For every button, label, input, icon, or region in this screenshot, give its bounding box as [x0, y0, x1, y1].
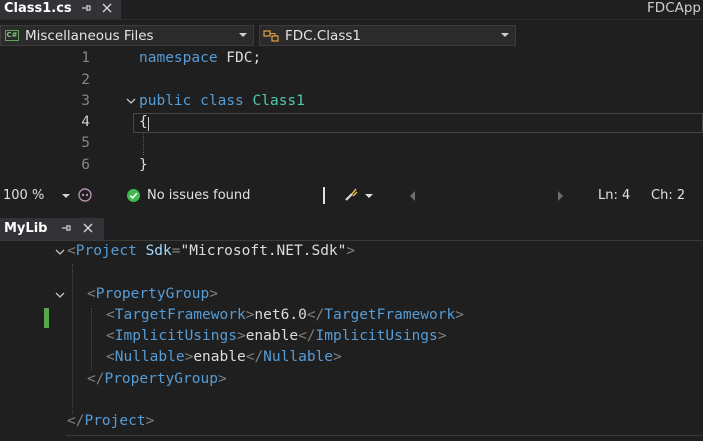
line-number: 2: [81, 72, 90, 88]
xml-tag: PropertyGroup: [95, 286, 210, 302]
xml-tag: TargetFramework: [114, 307, 246, 323]
xml-tag: TargetFramework: [324, 307, 456, 323]
horizontal-scrollbar[interactable]: [420, 187, 550, 204]
tab-title: MyLib: [4, 221, 48, 236]
column-indicator[interactable]: Ch: 2: [651, 188, 685, 203]
pin-icon[interactable]: [80, 2, 92, 17]
zoom-dropdown-icon[interactable]: [62, 194, 70, 198]
tab-title: Class1.cs: [4, 1, 72, 16]
class-icon: [263, 30, 279, 42]
code-line-3: public class Class1: [139, 93, 305, 109]
pin-icon[interactable]: [60, 222, 72, 237]
close-brace: }: [139, 157, 148, 173]
code-text: FDC;: [217, 50, 262, 66]
xml-tag: Project: [75, 243, 137, 259]
line-number: 5: [81, 135, 90, 151]
keyword: public: [139, 93, 192, 109]
scroll-left-icon[interactable]: [410, 191, 415, 201]
member-label: FDC.Class1: [285, 28, 361, 44]
project-dropdown[interactable]: C# Miscellaneous Files: [0, 25, 254, 46]
open-brace: {: [139, 114, 148, 130]
app-title: FDCApp: [647, 0, 701, 16]
separator: [323, 187, 325, 204]
close-icon[interactable]: [82, 222, 94, 237]
cs-file-icon: C#: [5, 30, 19, 41]
xml-line-nullable: <Nullable>enable</Nullable>: [106, 349, 342, 365]
tab-class1[interactable]: Class1.cs: [0, 0, 121, 19]
chevron-down-icon[interactable]: [365, 194, 373, 198]
close-icon[interactable]: [101, 2, 113, 17]
project-label: Miscellaneous Files: [25, 28, 154, 44]
xml-line-propertygroup-close: </PropertyGroup>: [87, 371, 227, 387]
xml-line-propertygroup-open: <PropertyGroup>: [87, 286, 218, 302]
xml-line-project-open: <Project Sdk="Microsoft.NET.Sdk">: [67, 243, 356, 259]
line-number-current: 4: [81, 114, 90, 130]
xml-attr-value: "Microsoft.NET.Sdk": [180, 243, 347, 259]
xml-tag: Nullable: [263, 349, 334, 365]
xml-line-implicitusings: <ImplicitUsings>enable</ImplicitUsings>: [106, 328, 447, 344]
text-caret: [148, 117, 149, 131]
class-name: Class1: [252, 93, 305, 109]
xml-value: net6.0: [254, 307, 307, 323]
indent-guide: [91, 308, 92, 370]
xml-tag: ImplicitUsings: [315, 328, 438, 344]
issues-status[interactable]: No issues found: [147, 188, 250, 203]
xml-value: enable: [245, 328, 299, 344]
chevron-down-icon: [501, 33, 509, 37]
keyword: class: [200, 93, 244, 109]
xml-attr: Sdk: [145, 243, 172, 259]
indent-guide: [72, 264, 73, 414]
zoom-level[interactable]: 100 %: [3, 188, 44, 203]
line-indicator[interactable]: Ln: 4: [598, 188, 630, 203]
line-number: 6: [81, 157, 90, 173]
member-dropdown[interactable]: FDC.Class1: [259, 25, 516, 46]
chevron-down-icon: [239, 33, 247, 37]
copilot-icon[interactable]: [77, 187, 93, 207]
line-number: 1: [81, 50, 90, 66]
xml-line-targetframework: <TargetFramework>net6.0</TargetFramework…: [106, 307, 464, 323]
check-icon: [127, 189, 140, 206]
tab-mylib[interactable]: MyLib: [0, 218, 104, 240]
indent-guide: [143, 134, 144, 155]
current-line-highlight: [133, 113, 703, 133]
scroll-right-icon[interactable]: [558, 191, 563, 201]
bottom-divider: [66, 435, 703, 436]
code-line-1: namespace FDC;: [139, 50, 261, 66]
xml-value: enable: [193, 349, 246, 365]
editor-status-bar: 100 % No issues found Ln: 4 Ch: 2: [0, 184, 703, 208]
change-marker: [44, 308, 49, 328]
fold-chevron-icon[interactable]: [55, 290, 65, 303]
brush-icon[interactable]: [343, 187, 359, 207]
xml-tag: ImplicitUsings: [114, 328, 237, 344]
fold-chevron-icon[interactable]: [55, 247, 65, 260]
keyword: namespace: [139, 50, 218, 66]
xml-tag: Nullable: [114, 349, 185, 365]
fold-chevron-icon[interactable]: [126, 96, 136, 109]
xml-tag: PropertyGroup: [104, 371, 218, 387]
xml-line-project-close: </Project>: [67, 413, 155, 429]
xml-tag: Project: [84, 413, 146, 429]
navigation-bar: C# Miscellaneous Files FDC.Class1: [0, 22, 703, 47]
line-number: 3: [81, 93, 90, 109]
